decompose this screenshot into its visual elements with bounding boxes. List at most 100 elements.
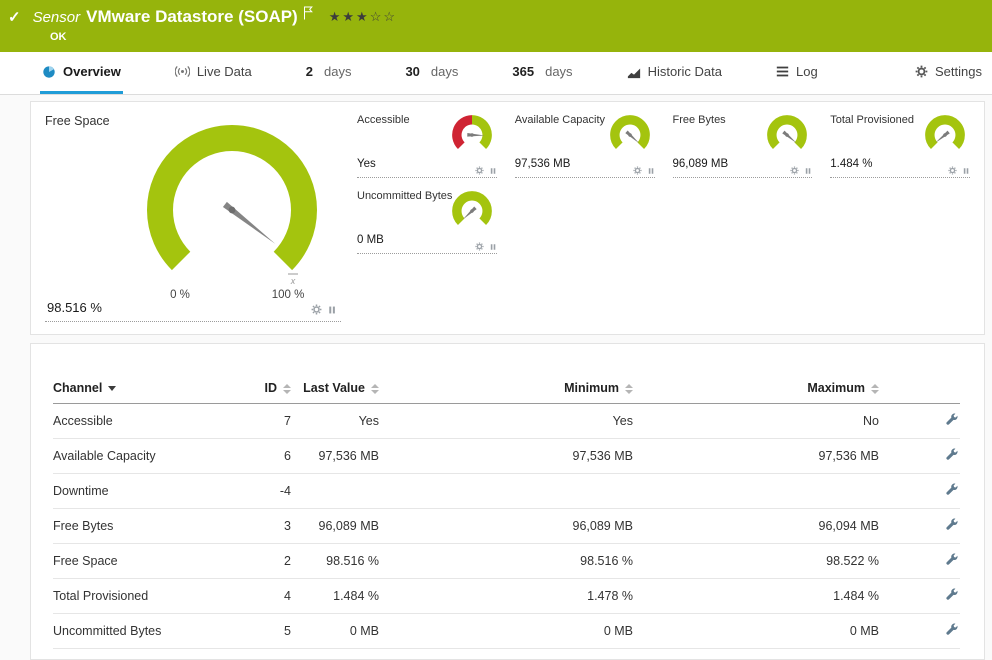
channel-maximum xyxy=(633,474,879,509)
wrench-icon[interactable] xyxy=(945,448,958,461)
tab-label: Live Data xyxy=(197,64,252,79)
sensor-header: ✓ Sensor VMware Datastore (SOAP) ★★★☆☆ O… xyxy=(0,0,992,52)
gear-icon[interactable] xyxy=(790,166,799,175)
priority-stars[interactable]: ★★★☆☆ xyxy=(329,9,397,25)
table-row[interactable]: Free Bytes 3 96,089 MB 96,089 MB 96,094 … xyxy=(53,509,960,544)
tab-label: Log xyxy=(796,64,818,79)
channel-name: Available Capacity xyxy=(53,439,253,474)
channel-last-value xyxy=(291,474,379,509)
gauges-panel: Free Space x 0 % 100 % 98.516 % Accessib… xyxy=(30,101,985,335)
tab-log[interactable]: Log xyxy=(774,52,820,94)
gear-icon[interactable] xyxy=(633,166,642,175)
column-header-id[interactable]: ID xyxy=(253,376,291,404)
tab-settings[interactable]: Settings xyxy=(913,52,984,94)
channel-last-value: 1.484 % xyxy=(291,579,379,614)
gauge-value: 97,536 MB xyxy=(515,158,571,170)
tab-label: Historic Data xyxy=(648,64,722,79)
channel-maximum: 0 MB xyxy=(633,614,879,649)
table-row[interactable]: Accessible 7 Yes Yes No xyxy=(53,404,960,439)
pause-icon[interactable] xyxy=(804,167,812,175)
sensor-status-badge: OK xyxy=(50,31,982,43)
gauge-value: 1.484 % xyxy=(830,158,872,170)
table-row[interactable]: Total Provisioned 4 1.484 % 1.478 % 1.48… xyxy=(53,579,960,614)
wrench-icon[interactable] xyxy=(945,518,958,531)
channel-last-value: 0 MB xyxy=(291,614,379,649)
channel-name: Downtime xyxy=(53,474,253,509)
gauge-cell-accessible: Accessible Yes xyxy=(357,114,497,178)
channel-name: Total Provisioned xyxy=(53,579,253,614)
object-kind-label: Sensor xyxy=(33,9,81,26)
gear-icon[interactable] xyxy=(475,166,484,175)
channel-minimum: Yes xyxy=(379,404,633,439)
channel-last-value: 98.516 % xyxy=(291,544,379,579)
channel-maximum: 1.484 % xyxy=(633,579,879,614)
channel-last-value: Yes xyxy=(291,404,379,439)
channel-name: Free Space xyxy=(53,544,253,579)
tab-historic-data[interactable]: Historic Data xyxy=(625,52,724,94)
gauge-needle xyxy=(461,206,476,220)
channel-minimum: 0 MB xyxy=(379,614,633,649)
pause-icon[interactable] xyxy=(489,243,497,251)
channel-name: Free Bytes xyxy=(53,509,253,544)
wrench-icon[interactable] xyxy=(945,483,958,496)
pause-icon[interactable] xyxy=(962,167,970,175)
wrench-icon[interactable] xyxy=(945,588,958,601)
channel-last-value: 96,089 MB xyxy=(291,509,379,544)
status-check-icon: ✓ xyxy=(8,8,21,26)
sensor-title: VMware Datastore (SOAP) xyxy=(86,7,298,27)
sort-desc-icon xyxy=(108,386,116,391)
sensor-tabbar: Overview Live Data 2days 30days 365days … xyxy=(0,52,992,95)
list-icon xyxy=(776,65,789,78)
gauge-needle xyxy=(223,202,278,247)
pause-icon[interactable] xyxy=(489,167,497,175)
table-row[interactable]: Downtime -4 xyxy=(53,474,960,509)
column-header-minimum[interactable]: Minimum xyxy=(379,376,633,404)
channel-last-value: 97,536 MB xyxy=(291,439,379,474)
area-chart-icon xyxy=(627,65,641,79)
table-row[interactable]: Uncommitted Bytes 5 0 MB 0 MB 0 MB xyxy=(53,614,960,649)
tab-30-days[interactable]: 30days xyxy=(403,52,460,94)
gear-icon[interactable] xyxy=(948,166,957,175)
column-header-maximum[interactable]: Maximum xyxy=(633,376,879,404)
wrench-icon[interactable] xyxy=(945,553,958,566)
table-row[interactable]: Available Capacity 6 97,536 MB 97,536 MB… xyxy=(53,439,960,474)
channel-maximum: 98.522 % xyxy=(633,544,879,579)
channel-minimum: 96,089 MB xyxy=(379,509,633,544)
column-header-channel[interactable]: Channel xyxy=(53,376,253,404)
channel-maximum: 96,094 MB xyxy=(633,509,879,544)
gauge-cell-available-capacity: Available Capacity 97,536 MB xyxy=(515,114,655,178)
channel-name: Uncommitted Bytes xyxy=(53,614,253,649)
column-header-last-value[interactable]: Last Value xyxy=(291,376,379,404)
channel-minimum: 1.478 % xyxy=(379,579,633,614)
wrench-icon[interactable] xyxy=(945,623,958,636)
gauge-cell-free-bytes: Free Bytes 96,089 MB xyxy=(673,114,813,178)
gauge-value: 98.516 % xyxy=(47,300,102,315)
channel-minimum: 97,536 MB xyxy=(379,439,633,474)
wrench-icon[interactable] xyxy=(945,413,958,426)
available-capacity-gauge-dial xyxy=(607,114,653,156)
flag-icon[interactable] xyxy=(303,6,313,20)
channel-minimum: 98.516 % xyxy=(379,544,633,579)
pause-icon[interactable] xyxy=(647,167,655,175)
gear-icon xyxy=(915,65,928,78)
channels-table: Channel ID Last Value Minimum Maximum xyxy=(53,376,960,649)
sort-icon xyxy=(871,384,879,394)
tab-live-data[interactable]: Live Data xyxy=(173,52,254,94)
channel-maximum: No xyxy=(633,404,879,439)
total-provisioned-gauge-dial xyxy=(922,114,968,156)
channel-id: 7 xyxy=(253,404,291,439)
pause-icon[interactable] xyxy=(327,305,337,315)
gear-icon[interactable] xyxy=(311,304,322,315)
tab-overview[interactable]: Overview xyxy=(40,52,123,94)
tab-365-days[interactable]: 365days xyxy=(510,52,574,94)
tab-label: Settings xyxy=(935,64,982,79)
tab-2-days[interactable]: 2days xyxy=(304,52,354,94)
channels-panel: Channel ID Last Value Minimum Maximum xyxy=(30,343,985,660)
broadcast-icon xyxy=(175,64,190,79)
table-row[interactable]: Free Space 2 98.516 % 98.516 % 98.522 % xyxy=(53,544,960,579)
gear-icon[interactable] xyxy=(475,242,484,251)
channel-id: -4 xyxy=(253,474,291,509)
gauge-min-label: 0 % xyxy=(170,289,190,301)
channel-name: Accessible xyxy=(53,404,253,439)
sort-icon xyxy=(625,384,633,394)
